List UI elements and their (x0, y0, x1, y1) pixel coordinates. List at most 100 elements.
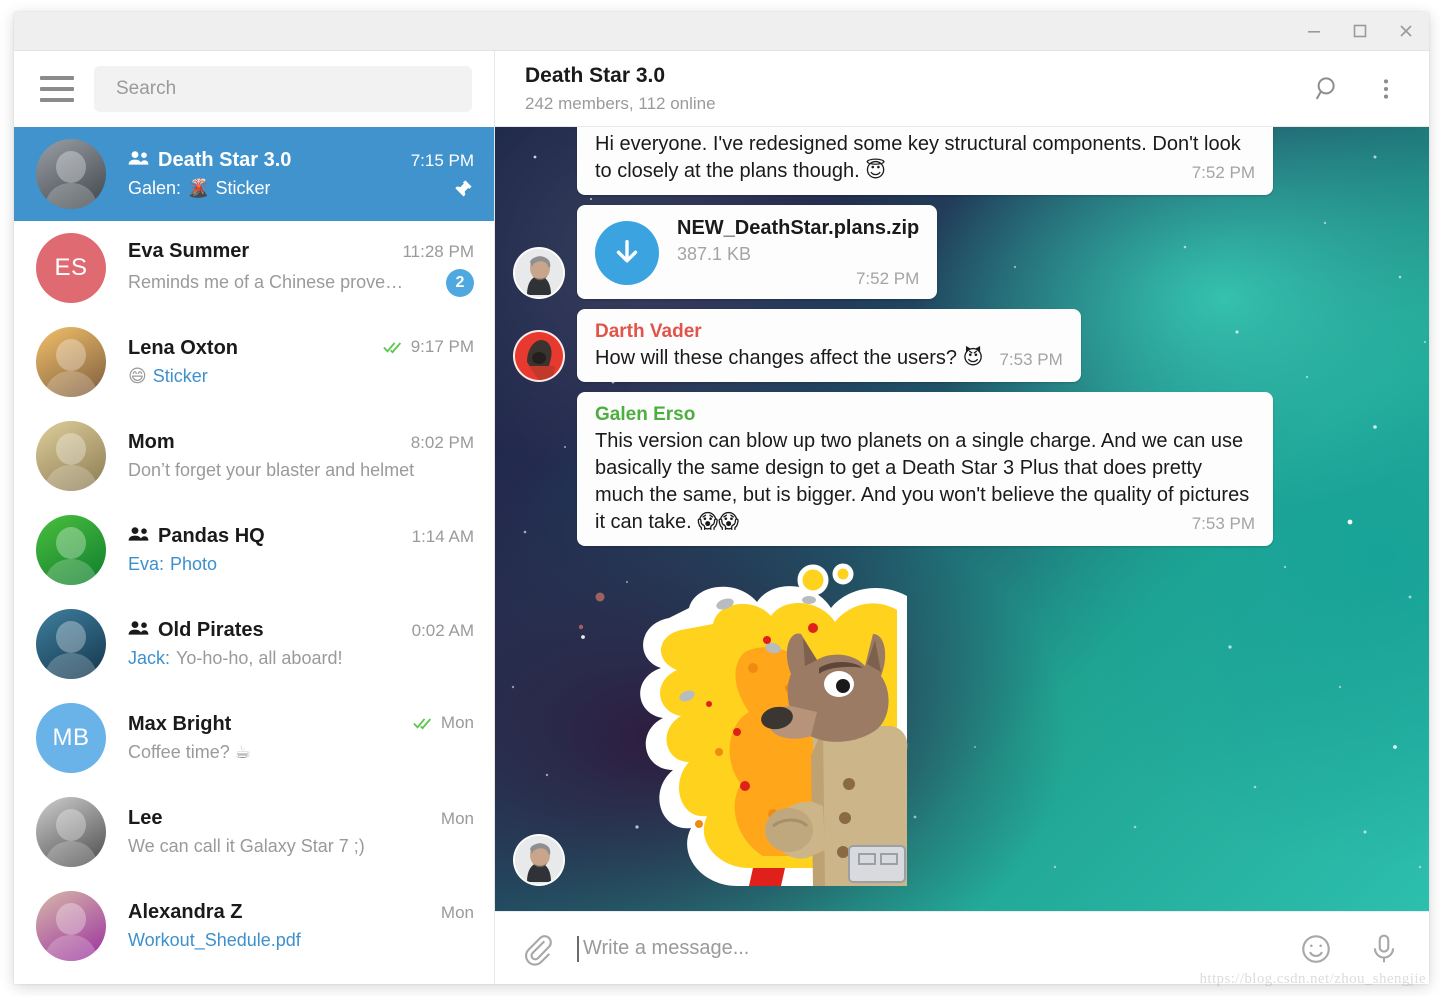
file-name: NEW_DeathStar.plans.zip (677, 217, 919, 240)
message-placeholder: Write a message... (583, 937, 749, 960)
chat-list-item[interactable]: Mom 8:02 PM Don’t forget your blaster and … (14, 409, 494, 503)
preview-emoji: 😄 (128, 366, 147, 387)
chat-header-actions (1313, 74, 1399, 104)
chat-list-item[interactable]: Old Pirates0:02 AMJack:Yo-ho-ho, all abo… (14, 597, 494, 691)
minimize-button[interactable] (1291, 12, 1337, 50)
chat-item-meta: Death Star 3.0 7:15 PM Galen:🌋Sticker (128, 149, 474, 200)
composer-actions (1299, 932, 1401, 966)
chat-item-title-row: Eva Summer 11:28 PM (128, 240, 474, 263)
explosion-dog-sticker[interactable] (577, 556, 917, 886)
text-message-bubble[interactable]: Hi everyone. I've redesigned some key st… (577, 127, 1273, 195)
chat-item-preview-row: Coffee time? ☕ (128, 742, 474, 763)
chat-name: Old Pirates (158, 619, 264, 642)
avatar-initials: MB (53, 724, 90, 752)
chat-item-meta: Pandas HQ1:14 AMEva:Photo (128, 525, 474, 575)
message[interactable]: Hi everyone. I've redesigned some key st… (513, 127, 1399, 195)
maximize-button[interactable] (1337, 12, 1383, 50)
chat-name: Alexandra Z (128, 901, 242, 924)
chat-time: 0:02 AM (402, 621, 474, 641)
smile-icon[interactable] (1299, 932, 1333, 966)
download-icon[interactable] (595, 221, 659, 285)
paperclip-icon[interactable] (521, 932, 555, 966)
chat-time-text: 8:02 PM (411, 433, 474, 453)
sidebar-toolbar (14, 51, 494, 127)
chat-name: Max Bright (128, 713, 231, 736)
preview-text: We can call it Galaxy Star 7 ;) (128, 836, 365, 857)
search-icon[interactable] (1313, 74, 1343, 104)
chat-list-item[interactable]: Lena Oxton9:17 PM 😄Sticker (14, 315, 494, 409)
sticker[interactable] (577, 556, 917, 886)
avatar-image (515, 836, 563, 884)
avatar-image (36, 797, 106, 867)
chat-item-preview-row: 😄Sticker (128, 366, 474, 387)
chat-time-text: 7:15 PM (411, 151, 474, 171)
message-list[interactable]: Hi everyone. I've redesigned some key st… (495, 127, 1429, 911)
chat-time: 9:17 PM (373, 337, 474, 357)
chat-list-item[interactable]: Pandas HQ1:14 AMEva:Photo (14, 503, 494, 597)
chat-list-item[interactable]: ES Eva Summer 11:28 PM Reminds me of a Chin… (14, 221, 494, 315)
chat-list-item[interactable]: Death Star 3.0 7:15 PM Galen:🌋Sticker (14, 127, 494, 221)
message[interactable]: Darth VaderHow will these changes affect… (513, 309, 1399, 382)
chat-item-preview-row: Galen:🌋Sticker (128, 178, 474, 200)
hamburger-icon[interactable] (40, 74, 78, 104)
chat-time-text: 0:02 AM (412, 621, 474, 641)
chat-list[interactable]: Death Star 3.0 7:15 PM Galen:🌋Sticker ES Eva… (14, 127, 494, 984)
preview-sender: Eva: (128, 554, 164, 575)
chat-time: Mon (431, 809, 474, 829)
message-area[interactable]: Hi everyone. I've redesigned some key st… (495, 127, 1429, 911)
message[interactable]: NEW_DeathStar.plans.zip387.1 KB7:52 PM (513, 205, 1399, 299)
message-avatar[interactable] (513, 330, 565, 382)
preview-text: Yo-ho-ho, all aboard! (176, 648, 342, 669)
chat-time: Mon (431, 903, 474, 923)
text-message-bubble[interactable]: Darth VaderHow will these changes affect… (577, 309, 1081, 382)
message-avatar[interactable] (513, 247, 565, 299)
avatar-image (36, 139, 106, 209)
chat-item-meta: LeeMonWe can call it Galaxy Star 7 ;) (128, 807, 474, 857)
message-input[interactable]: Write a message... (577, 936, 1279, 962)
preview-text: Workout_Shedule.pdf (128, 930, 301, 951)
avatar (36, 609, 106, 679)
chat-name: Death Star 3.0 (158, 149, 291, 172)
avatar (36, 515, 106, 585)
chat-time-text: 1:14 AM (412, 527, 474, 547)
avatar-image (36, 327, 106, 397)
chat-item-preview-row: Don’t forget your blaster and helmet (128, 460, 474, 481)
message-time: 7:53 PM (999, 349, 1062, 372)
more-vertical-icon[interactable] (1373, 76, 1399, 102)
chat-list-item[interactable]: LeeMonWe can call it Galaxy Star 7 ;) (14, 785, 494, 879)
chat-title: Death Star 3.0 (525, 63, 716, 89)
avatar: ES (36, 233, 106, 303)
message-text: How will these changes affect the users?… (595, 345, 1063, 372)
text-message-bubble[interactable]: Galen ErsoThis version can blow up two p… (577, 392, 1273, 546)
message-time: 7:52 PM (1192, 162, 1255, 185)
chat-time-text: 11:28 PM (402, 242, 474, 262)
message-avatar[interactable] (513, 834, 565, 886)
message[interactable] (513, 556, 1399, 886)
search-input[interactable] (114, 77, 452, 101)
chat-item-title-row: Lena Oxton9:17 PM (128, 337, 474, 360)
avatar-image (36, 891, 106, 961)
avatar (36, 139, 106, 209)
search-box[interactable] (94, 66, 472, 112)
preview-sender: Galen: (128, 178, 181, 199)
chat-item-title-row: Alexandra Z Mon (128, 901, 474, 924)
chat-item-preview-row: Reminds me of a Chinese prove…2 (128, 269, 474, 297)
avatar (36, 421, 106, 491)
chat-name: Pandas HQ (158, 525, 265, 548)
text-caret (577, 936, 579, 962)
group-icon (128, 620, 150, 636)
file-info: NEW_DeathStar.plans.zip387.1 KB7:52 PM (677, 217, 919, 289)
file-message-bubble[interactable]: NEW_DeathStar.plans.zip387.1 KB7:52 PM (577, 205, 937, 299)
close-button[interactable] (1383, 12, 1429, 50)
chat-list-item[interactable]: MB Max Bright Mon Coffee time? ☕ (14, 691, 494, 785)
chat-time-text: Mon (441, 713, 474, 733)
chat-name: Eva Summer (128, 240, 249, 263)
chat-subtitle: 242 members, 112 online (525, 94, 716, 114)
chat-item-title-row: Death Star 3.0 7:15 PM (128, 149, 474, 172)
chat-name: Mom (128, 431, 175, 454)
chat-item-preview-row: We can call it Galaxy Star 7 ;) (128, 836, 474, 857)
file-size: 387.1 KB (677, 244, 919, 265)
microphone-icon[interactable] (1367, 932, 1401, 966)
chat-list-item[interactable]: Alexandra Z Mon Workout_Shedule.pdf (14, 879, 494, 973)
message[interactable]: Galen ErsoThis version can blow up two p… (513, 392, 1399, 546)
